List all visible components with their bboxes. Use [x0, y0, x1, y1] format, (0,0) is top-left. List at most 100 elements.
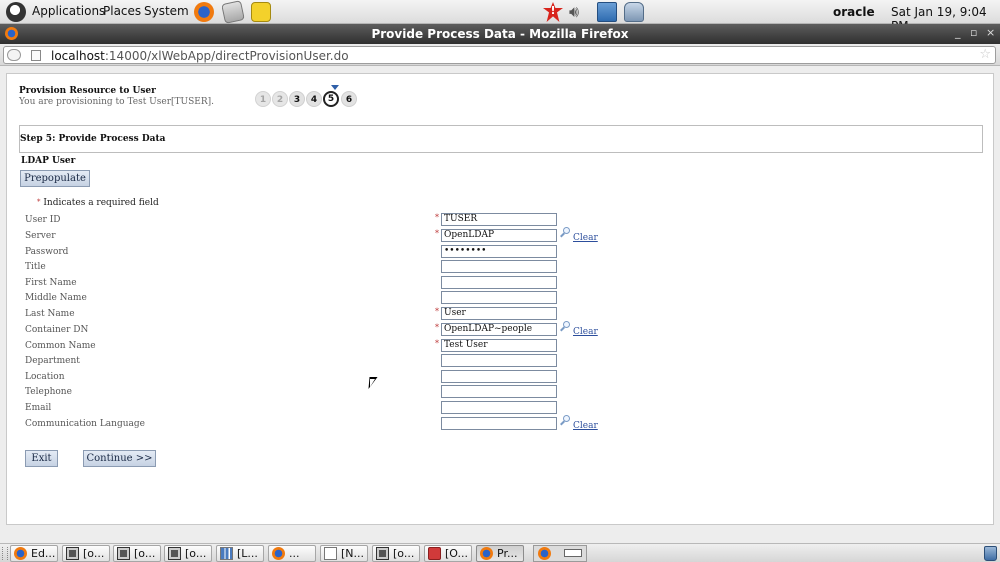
- page-panel: Provision Resource to User You are provi…: [6, 73, 994, 525]
- step-title: Step 5: Provide Process Data: [20, 134, 166, 144]
- continue-button[interactable]: Continue >>: [83, 450, 156, 467]
- form-row: User ID * TUSER: [25, 213, 645, 228]
- taskbar-button-label: [O...: [445, 547, 468, 560]
- step-4: 4: [306, 91, 322, 107]
- current-step-arrow-icon: [331, 85, 339, 90]
- top-panel: Applications Places System ! 🔊︎ oracle S…: [0, 0, 1000, 33]
- navigation-bar: localhost:14000/xlWebApp/directProvision…: [0, 44, 1000, 66]
- taskbar-button-label: [o...: [393, 547, 415, 560]
- update-alert-icon[interactable]: !: [543, 2, 563, 22]
- required-marker: *: [435, 229, 439, 238]
- form-row: Password ••••••••: [25, 245, 645, 260]
- required-marker: *: [435, 213, 439, 222]
- step-1: 1: [255, 91, 271, 107]
- taskbar-button[interactable]: [o...: [164, 545, 212, 562]
- taskbar-button[interactable]: Pr...: [476, 545, 524, 562]
- form-row: Department: [25, 354, 645, 369]
- clear-link[interactable]: Clear: [573, 233, 598, 243]
- field-input[interactable]: [441, 401, 557, 414]
- volume-icon[interactable]: 🔊︎: [569, 2, 589, 22]
- field-input[interactable]: [441, 417, 557, 430]
- taskbar-button[interactable]: Ed...: [10, 545, 58, 562]
- step-5-current: 5: [323, 91, 339, 107]
- field-input[interactable]: Test User: [441, 339, 557, 352]
- taskbar-button[interactable]: [o...: [372, 545, 420, 562]
- field-input[interactable]: [441, 291, 557, 304]
- field-label: Telephone: [25, 387, 72, 397]
- clear-link[interactable]: Clear: [573, 327, 598, 337]
- taskbar-button[interactable]: ...: [268, 545, 316, 562]
- bookmark-star-icon[interactable]: ☆: [979, 47, 991, 62]
- required-marker: *: [37, 198, 41, 206]
- firefox-launcher-icon[interactable]: [194, 2, 214, 22]
- storage-icon[interactable]: [624, 2, 644, 22]
- terminal-icon: [66, 547, 79, 560]
- step-3: 3: [289, 91, 305, 107]
- firefox-icon: [480, 547, 493, 560]
- taskbar-button[interactable]: [O...: [424, 545, 472, 562]
- trash-icon[interactable]: [984, 546, 997, 561]
- workspace-firefox-icon[interactable]: [538, 547, 551, 560]
- lookup-search-icon[interactable]: [559, 321, 570, 332]
- field-label: Location: [25, 372, 65, 382]
- mail-launcher-icon[interactable]: [221, 0, 245, 24]
- field-label: Communication Language: [25, 419, 145, 429]
- url-host: localhost: [51, 49, 105, 63]
- minimize-button[interactable]: _: [955, 26, 961, 39]
- prepopulate-button[interactable]: Prepopulate: [20, 170, 90, 187]
- site-identity-icon[interactable]: [7, 49, 21, 61]
- user-name[interactable]: oracle: [833, 5, 875, 19]
- lookup-search-icon[interactable]: [559, 227, 570, 238]
- taskbar-button-label: [L...: [237, 547, 258, 560]
- lookup-search-icon[interactable]: [559, 415, 570, 426]
- gnome-foot-icon[interactable]: [6, 2, 26, 22]
- field-input[interactable]: [441, 354, 557, 367]
- field-input[interactable]: [441, 276, 557, 289]
- taskbar-button[interactable]: [o...: [113, 545, 161, 562]
- field-input[interactable]: OpenLDAP: [441, 229, 557, 242]
- taskbar: Ed... [o... [o... [o... [L...... [N... [o... [O…: [0, 543, 1000, 562]
- window-title: Provide Process Data - Mozilla Firefox: [371, 27, 629, 41]
- page-icon: [31, 50, 41, 61]
- workspace-switcher[interactable]: [533, 545, 587, 562]
- field-input[interactable]: User: [441, 307, 557, 320]
- field-input[interactable]: OpenLDAP~people: [441, 323, 557, 336]
- required-marker: *: [435, 339, 439, 348]
- network-icon[interactable]: [597, 2, 617, 22]
- field-input[interactable]: [441, 370, 557, 383]
- field-input[interactable]: ••••••••: [441, 245, 557, 258]
- system-menu[interactable]: System: [144, 4, 189, 18]
- taskbar-button[interactable]: [N...: [320, 545, 368, 562]
- maximize-button[interactable]: ▫: [970, 26, 977, 39]
- show-desktop-button[interactable]: [2, 547, 8, 560]
- section-title: LDAP User: [21, 156, 76, 166]
- firefox-icon: [272, 547, 285, 560]
- page-title: Provision Resource to User: [19, 86, 156, 96]
- taskbar-button[interactable]: [o...: [62, 545, 110, 562]
- required-note-text: Indicates a required field: [43, 198, 159, 208]
- form-row: Middle Name: [25, 291, 645, 306]
- url-field[interactable]: localhost:14000/xlWebApp/directProvision…: [3, 46, 996, 64]
- step-2: 2: [272, 91, 288, 107]
- places-menu[interactable]: Places: [103, 4, 141, 18]
- notes-launcher-icon[interactable]: [251, 2, 271, 22]
- taskbar-button[interactable]: [L...: [216, 545, 264, 562]
- applications-menu[interactable]: Applications: [32, 4, 105, 18]
- form-row: Location: [25, 370, 645, 385]
- url-text[interactable]: localhost:14000/xlWebApp/directProvision…: [51, 49, 349, 63]
- window-titlebar[interactable]: Provide Process Data - Mozilla Firefox _…: [0, 24, 1000, 44]
- browser-viewport: Provision Resource to User You are provi…: [0, 67, 1000, 543]
- form-row: Server * OpenLDAP Clear: [25, 227, 645, 244]
- clear-link[interactable]: Clear: [573, 421, 598, 431]
- exit-button[interactable]: Exit: [25, 450, 58, 467]
- form-row: First Name: [25, 276, 645, 291]
- taskbar-button-label: ...: [289, 547, 300, 560]
- field-input[interactable]: [441, 385, 557, 398]
- form-row: Telephone: [25, 385, 645, 400]
- close-button[interactable]: ×: [986, 26, 995, 39]
- field-label: Department: [25, 356, 80, 366]
- form-row: Communication Language Clear: [25, 415, 645, 432]
- field-input[interactable]: [441, 260, 557, 273]
- field-input[interactable]: TUSER: [441, 213, 557, 226]
- workspace-window-icon[interactable]: [564, 549, 582, 557]
